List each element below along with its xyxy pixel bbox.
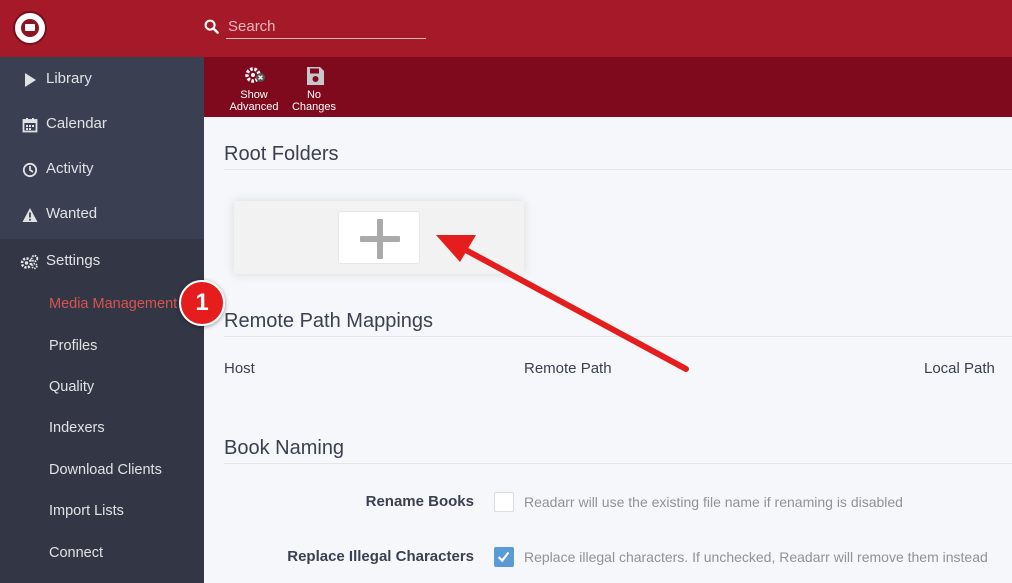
root-folders-card [234,201,524,274]
search-input[interactable] [226,14,426,39]
rename-books-label: Rename Books [365,493,474,510]
gear-x-icon [245,67,265,83]
subnav-item-download-clients[interactable]: Download Clients [0,450,204,491]
subnav-item-label: Connect [49,545,104,561]
subnav-item-label: Quality [49,379,95,395]
sidebar-item-label: Activity [46,160,94,177]
subnav-item-label: Media Management [49,296,178,312]
annotation-step-marker: 1 [179,280,225,326]
add-root-folder-button[interactable] [338,211,420,264]
checkmark-icon [497,551,510,563]
sidebar-item-label: Settings [46,252,101,269]
sidebar-item-library[interactable]: Library [0,57,204,102]
subnav-item-label: Indexers [49,420,105,436]
column-header-local-path: Local Path [924,360,995,377]
rename-books-checkbox[interactable] [494,492,514,512]
subnav-item-import-lists[interactable]: Import Lists [0,491,204,532]
replace-illegal-characters-checkbox[interactable] [494,547,514,567]
play-icon [25,73,36,87]
subnav-item-indexers[interactable]: Indexers [0,408,204,449]
section-divider [224,336,1012,337]
replace-illegal-characters-label: Replace Illegal Characters [287,548,474,565]
subnav-item-label: Profiles [49,338,98,354]
search-icon [204,19,219,34]
save-icon [307,67,324,85]
settings-subnav: Media Management Profiles Quality Indexe… [0,284,204,583]
sidebar-item-label: Calendar [46,115,107,132]
save-button[interactable]: No Changes [282,64,346,114]
warning-icon [22,208,38,222]
gears-icon [20,254,39,270]
readarr-logo-icon[interactable] [13,11,47,45]
sidebar: Library Calendar Activity Wanted Setting… [0,57,204,583]
sidebar-item-settings[interactable]: Settings [0,239,204,284]
sidebar-item-label: Wanted [46,205,98,222]
rename-books-help: Readarr will use the existing file name … [524,494,903,510]
clock-icon [22,162,38,178]
calendar-icon [22,118,38,133]
subnav-item-label: Download Clients [49,462,162,478]
no-changes-label: No Changes [291,89,337,113]
subnav-item-connect[interactable]: Connect [0,533,204,574]
subnav-item-profiles[interactable]: Profiles [0,326,204,367]
sidebar-item-wanted[interactable]: Wanted [0,192,204,237]
root-folders-title: Root Folders [224,143,339,165]
page-toolbar: Show Advanced No Changes [204,57,1012,117]
replace-illegal-characters-help: Replace illegal characters. If unchecked… [524,549,988,565]
sidebar-item-calendar[interactable]: Calendar [0,102,204,147]
subnav-item-quality[interactable]: Quality [0,367,204,408]
top-header [0,0,1012,57]
book-naming-title: Book Naming [224,437,345,459]
sidebar-item-label: Library [46,70,92,87]
show-advanced-label: Show Advanced [229,89,279,113]
column-header-remote-path: Remote Path [524,360,612,377]
sidebar-item-activity[interactable]: Activity [0,147,204,192]
column-header-host: Host [224,360,255,377]
subnav-item-label: Import Lists [49,503,124,519]
section-divider [224,169,1012,170]
subnav-item-media-management[interactable]: Media Management [0,284,204,325]
show-advanced-button[interactable]: Show Advanced [222,64,286,114]
remote-path-mappings-title: Remote Path Mappings [224,310,434,332]
section-divider [224,463,1012,464]
